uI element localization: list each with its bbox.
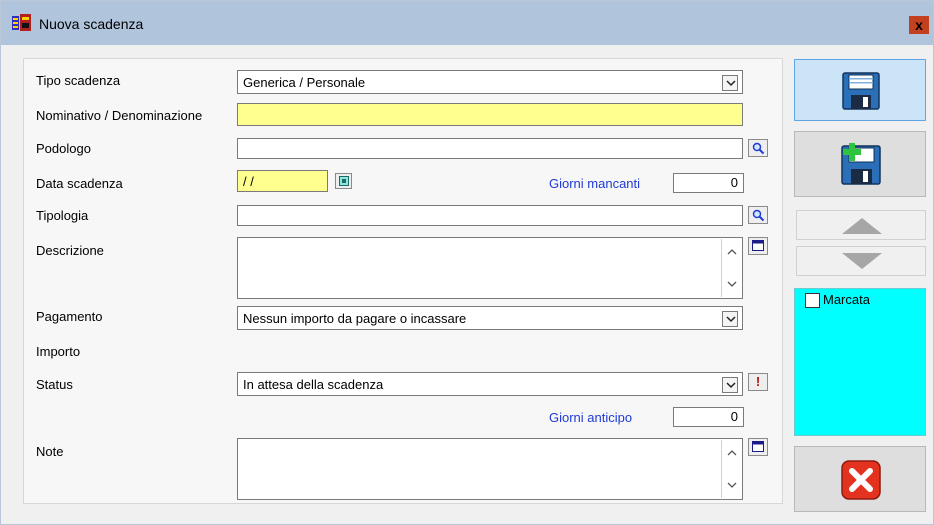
tipo-scadenza-label: Tipo scadenza bbox=[36, 73, 121, 88]
save-button[interactable] bbox=[794, 59, 926, 121]
move-down-button[interactable] bbox=[796, 246, 926, 276]
status-label: Status bbox=[36, 377, 73, 392]
close-button[interactable]: x bbox=[909, 16, 929, 34]
data-scadenza-label: Data scadenza bbox=[36, 176, 123, 191]
dialog-window: Nuova scadenza x Tipo scadenza Generica … bbox=[0, 0, 934, 525]
giorni-anticipo-field[interactable]: 0 bbox=[673, 407, 744, 427]
nominativo-label: Nominativo / Denominazione bbox=[36, 108, 203, 123]
marcata-label: Marcata bbox=[823, 292, 870, 307]
move-up-button[interactable] bbox=[796, 210, 926, 240]
scroll-down-icon[interactable] bbox=[723, 480, 741, 490]
floppy-add-icon bbox=[841, 143, 881, 185]
marcata-panel: Marcata bbox=[794, 288, 926, 436]
giorni-mancanti-label: Giorni mancanti bbox=[549, 176, 641, 191]
scroll-up-icon[interactable] bbox=[723, 247, 741, 257]
tipologia-input[interactable] bbox=[237, 205, 743, 226]
save-new-button[interactable] bbox=[794, 131, 926, 197]
calendar-button[interactable] bbox=[335, 173, 352, 189]
tipo-scadenza-select[interactable]: Generica / Personale bbox=[237, 70, 743, 94]
cancel-button[interactable] bbox=[794, 446, 926, 512]
status-select[interactable]: In attesa della scadenza bbox=[237, 372, 743, 396]
pagamento-label: Pagamento bbox=[36, 309, 103, 324]
chevron-down-icon[interactable] bbox=[722, 377, 738, 393]
chevron-down-icon[interactable] bbox=[722, 75, 738, 91]
descrizione-label: Descrizione bbox=[36, 243, 104, 258]
calendar-icon bbox=[339, 176, 349, 186]
pagamento-select[interactable]: Nessun importo da pagare o incassare bbox=[237, 306, 743, 330]
giorni-anticipo-label: Giorni anticipo bbox=[549, 410, 633, 425]
data-scadenza-input[interactable]: / / bbox=[237, 170, 328, 192]
nominativo-input[interactable] bbox=[237, 103, 743, 126]
podologo-label: Podologo bbox=[36, 141, 91, 156]
giorni-mancanti-field[interactable]: 0 bbox=[673, 173, 744, 193]
search-icon bbox=[752, 142, 765, 155]
note-label: Note bbox=[36, 444, 64, 459]
status-value: In attesa della scadenza bbox=[243, 377, 384, 392]
window-icon bbox=[752, 441, 764, 452]
note-scrollbar[interactable] bbox=[721, 440, 741, 498]
floppy-save-icon bbox=[842, 72, 880, 110]
importo-label: Importo bbox=[36, 344, 81, 359]
down-arrow-icon bbox=[842, 253, 882, 269]
title-bar: Nuova scadenza x bbox=[1, 1, 933, 45]
form-panel: Tipo scadenza Generica / Personale Nomin… bbox=[23, 58, 783, 504]
tipologia-search-button[interactable] bbox=[748, 206, 768, 224]
scroll-down-icon[interactable] bbox=[723, 279, 741, 289]
descrizione-expand-button[interactable] bbox=[748, 237, 768, 255]
descrizione-scrollbar[interactable] bbox=[721, 239, 741, 297]
pagamento-value: Nessun importo da pagare o incassare bbox=[243, 311, 467, 326]
scroll-up-icon[interactable] bbox=[723, 448, 741, 458]
window-icon bbox=[752, 240, 764, 251]
podologo-search-button[interactable] bbox=[748, 139, 768, 157]
status-alert-button[interactable]: ! bbox=[748, 373, 768, 391]
tipo-scadenza-value: Generica / Personale bbox=[243, 75, 366, 90]
app-icon bbox=[12, 14, 31, 31]
note-textarea[interactable] bbox=[237, 438, 743, 500]
chevron-down-icon[interactable] bbox=[722, 311, 738, 327]
note-expand-button[interactable] bbox=[748, 438, 768, 456]
window-title: Nuova scadenza bbox=[39, 16, 144, 32]
podologo-input[interactable] bbox=[237, 138, 743, 159]
data-scadenza-value: / / bbox=[243, 174, 254, 189]
descrizione-textarea[interactable] bbox=[237, 237, 743, 299]
tipologia-label: Tipologia bbox=[36, 208, 89, 223]
cancel-x-icon bbox=[841, 460, 881, 500]
search-icon bbox=[752, 209, 765, 222]
up-arrow-icon bbox=[842, 218, 882, 234]
marcata-checkbox[interactable] bbox=[805, 293, 820, 308]
